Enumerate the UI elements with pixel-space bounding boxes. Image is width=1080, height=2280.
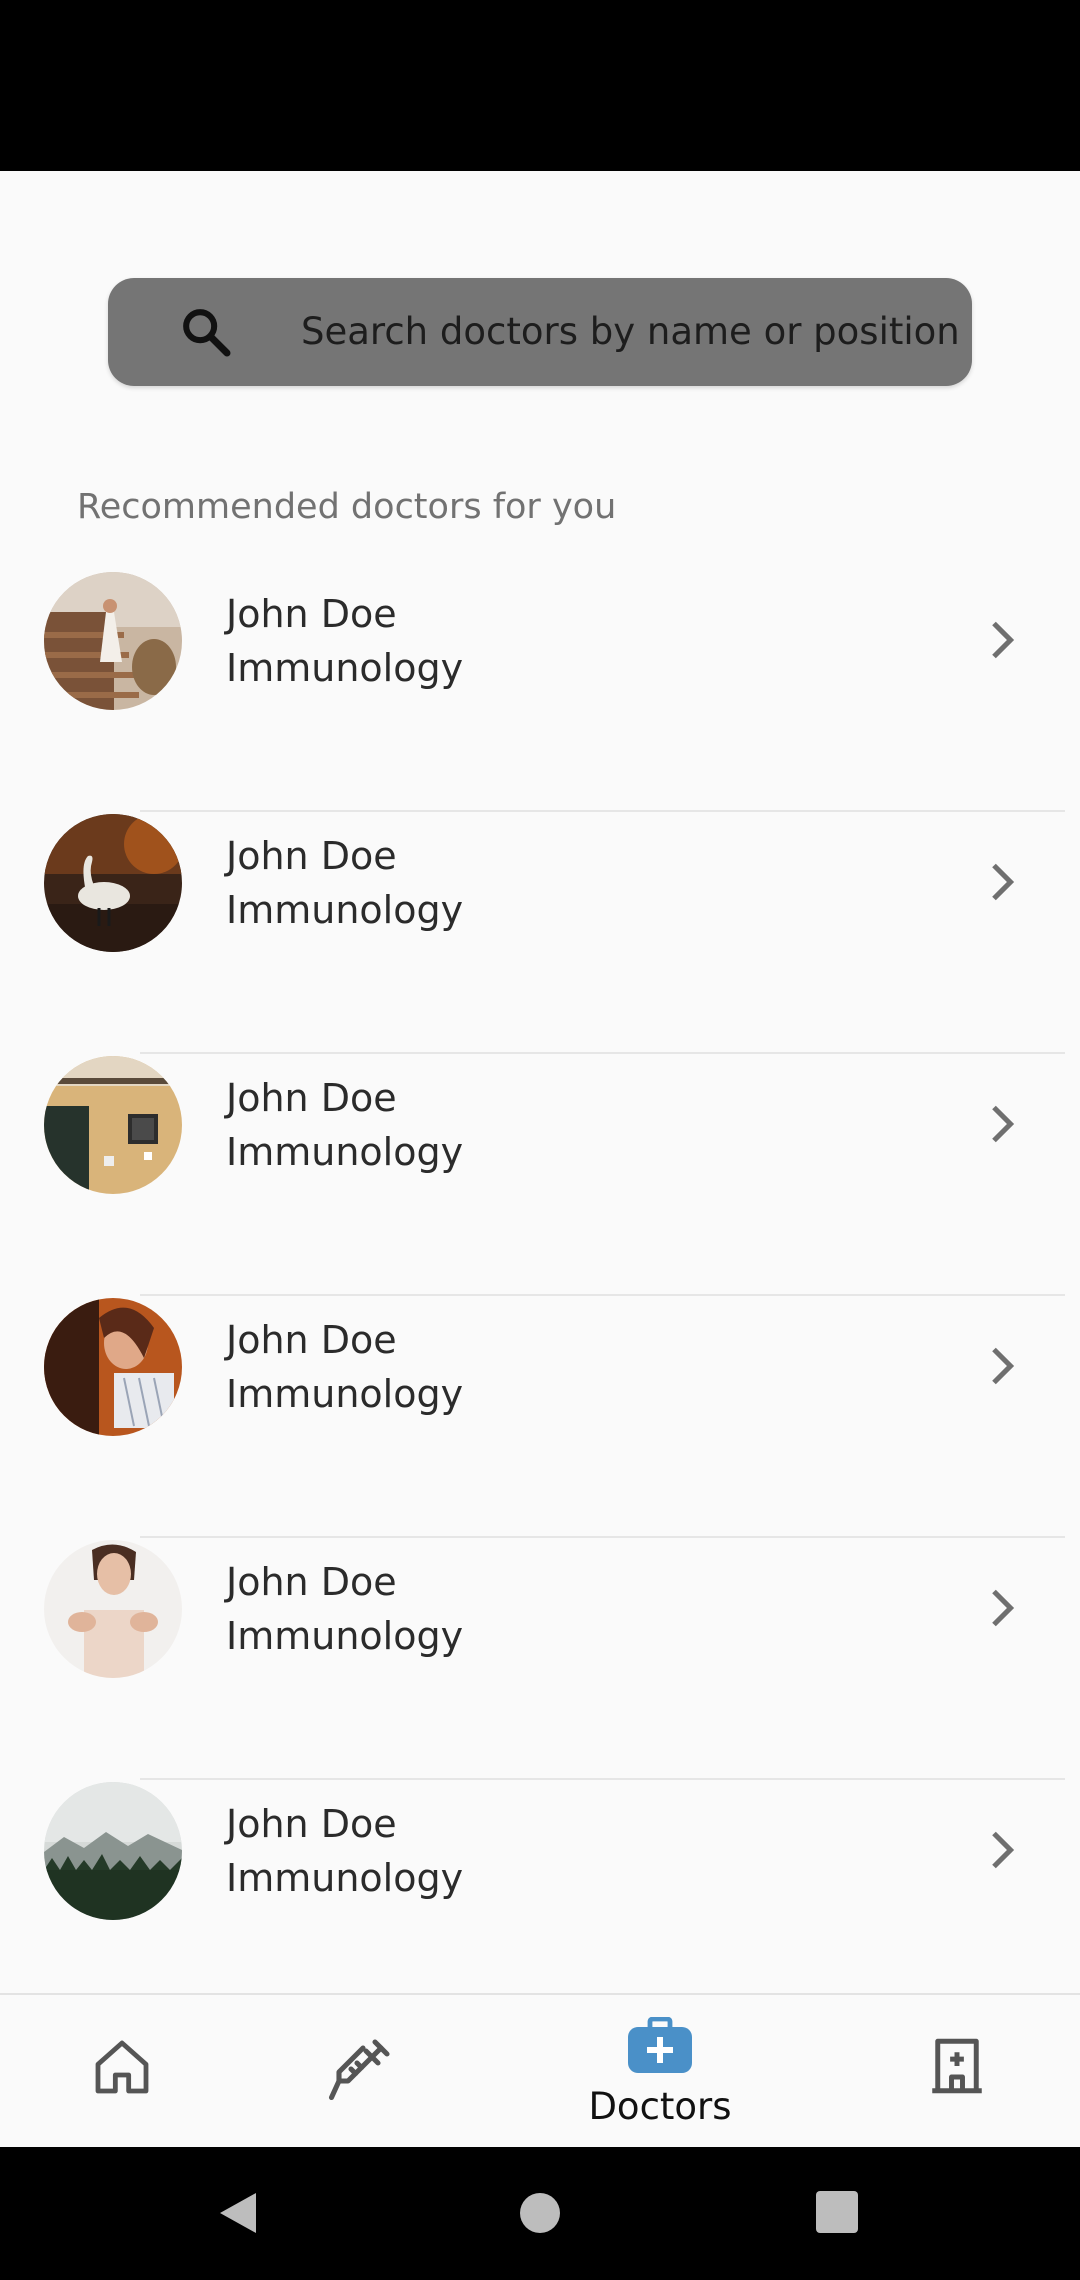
- bottom-navigation: Doctors: [0, 1993, 1080, 2149]
- syringe-icon: [328, 2039, 390, 2101]
- chevron-right-icon: [992, 1105, 1015, 1143]
- building-facade-photo: [44, 1056, 182, 1194]
- home-circle-icon[interactable]: [518, 2191, 562, 2235]
- home-icon: [95, 2040, 149, 2094]
- doctor-avatar: [44, 1782, 182, 1920]
- doctor-list-item[interactable]: John Doe Immunology: [0, 1780, 1080, 1993]
- doctor-name: John Doe: [226, 592, 397, 636]
- doctor-avatar: [44, 1540, 182, 1678]
- doctor-specialty: Immunology: [226, 1856, 464, 1900]
- chevron-right-icon: [992, 863, 1015, 901]
- doctor-name: John Doe: [226, 1076, 397, 1120]
- doctor-list-item[interactable]: John Doe Immunology: [0, 570, 1080, 812]
- nav-doctors-label: Doctors: [588, 2085, 732, 2128]
- doctors-screen: Search doctors by name or position Recom…: [0, 171, 1080, 1993]
- doctor-specialty: Immunology: [226, 1372, 464, 1416]
- doctor-specialty: Immunology: [226, 646, 464, 690]
- doctor-specialty: Immunology: [226, 1130, 464, 1174]
- woman-on-stairs-photo: [44, 572, 182, 710]
- doctor-name: John Doe: [226, 1560, 397, 1604]
- chevron-right-icon: [992, 621, 1015, 659]
- doctor-avatar: [44, 1056, 182, 1194]
- doctor-name: John Doe: [226, 834, 397, 878]
- misty-forest-photo: [44, 1782, 182, 1920]
- doctor-specialty: Immunology: [226, 888, 464, 932]
- doctor-avatar: [44, 814, 182, 952]
- doctor-name: John Doe: [226, 1802, 397, 1846]
- doctor-list: John Doe Immunology John Doe Immunology …: [0, 570, 1080, 1993]
- search-input[interactable]: Search doctors by name or position: [301, 278, 960, 386]
- chevron-right-icon: [992, 1347, 1015, 1385]
- doctor-avatar: [44, 1298, 182, 1436]
- doctor-list-item[interactable]: John Doe Immunology: [0, 1054, 1080, 1296]
- medical-bag-icon: [628, 2017, 692, 2073]
- recents-icon[interactable]: [816, 2191, 858, 2233]
- doctor-list-item[interactable]: John Doe Immunology: [0, 812, 1080, 1054]
- section-title: Recommended doctors for you: [77, 487, 617, 527]
- hospital-icon: [932, 2038, 982, 2094]
- system-navigation-bar: [0, 2147, 1080, 2280]
- swan-photo: [44, 814, 182, 952]
- back-icon[interactable]: [216, 2189, 260, 2237]
- nav-hospitals[interactable]: [910, 1995, 1010, 2149]
- search-icon: [183, 309, 231, 357]
- chevron-right-icon: [992, 1589, 1015, 1627]
- search-bar[interactable]: Search doctors by name or position: [108, 278, 972, 386]
- woman-hands-photo: [44, 1540, 182, 1678]
- doctor-specialty: Immunology: [226, 1614, 464, 1658]
- woman-portrait-photo: [44, 1298, 182, 1436]
- doctor-list-item[interactable]: John Doe Immunology: [0, 1296, 1080, 1538]
- status-bar: [0, 0, 1080, 171]
- doctor-name: John Doe: [226, 1318, 397, 1362]
- doctor-list-item[interactable]: John Doe Immunology: [0, 1538, 1080, 1780]
- doctor-avatar: [44, 572, 182, 710]
- chevron-right-icon: [992, 1831, 1015, 1869]
- nav-home[interactable]: [70, 1995, 174, 2149]
- nav-vaccines[interactable]: [310, 1995, 410, 2149]
- nav-doctors[interactable]: Doctors: [580, 1995, 740, 2149]
